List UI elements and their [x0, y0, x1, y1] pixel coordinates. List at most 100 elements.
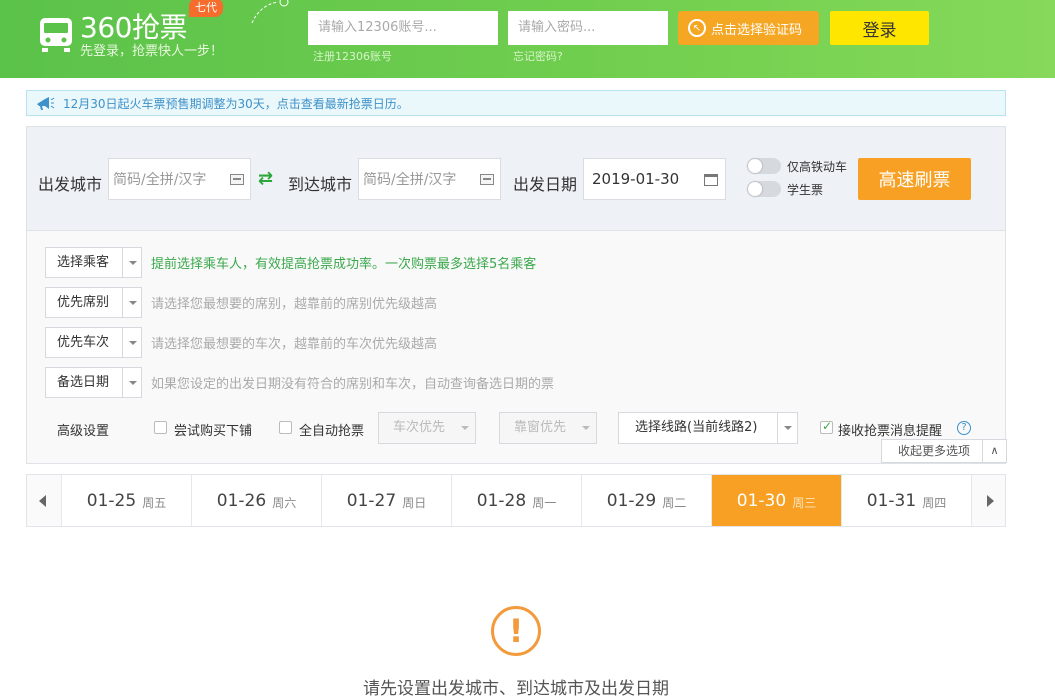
date-tab[interactable]: 01-27 周日 [321, 475, 451, 526]
date-strip: 01-25 周五 01-26 周六 01-27 周日 01-28 周一 01-2… [26, 474, 1006, 527]
to-city-input[interactable]: 简码/全拼/汉字 [358, 158, 501, 200]
lower-berth-checkbox[interactable] [154, 421, 167, 434]
fast-refresh-button[interactable]: 高速刷票 [858, 158, 971, 200]
date-tab-date: 01-25 [86, 490, 137, 511]
chevron-down-icon[interactable] [777, 413, 797, 443]
empty-state-message: 请先设置出发城市、到达城市及出发日期 [363, 679, 669, 699]
chevron-down-icon [582, 426, 590, 434]
notice-text: 12月30日起火车票预售期调整为30天，点击查看最新抢票日历。 [63, 96, 409, 111]
backup-date-dropdown[interactable]: 备选日期 [45, 367, 142, 398]
version-badge: 七代 [189, 0, 223, 17]
student-ticket-label: 学生票 [787, 183, 824, 197]
chevron-right-icon [987, 495, 994, 507]
train-logo-icon [40, 18, 72, 52]
date-tab[interactable]: 01-29 周二 [581, 475, 711, 526]
departure-date-value: 2019-01-30 [592, 170, 680, 188]
backup-date-hint: 如果您设定的出发日期没有符合的席别和车次，自动查询备选日期的票 [151, 377, 555, 392]
date-tab-weekday: 周一 [532, 496, 557, 510]
date-tab[interactable]: 01-28 周一 [451, 475, 581, 526]
chevron-down-icon[interactable] [122, 288, 141, 317]
captcha-button-label: 点击选择验证码 [711, 22, 803, 38]
train-priority-dropdown[interactable]: 优先车次 [45, 327, 142, 358]
brand-slogan: 先登录，抢票快人一步！ [80, 44, 224, 59]
route-select[interactable]: 选择线路(当前线路2) [618, 412, 798, 444]
route-select-label: 选择线路(当前线路2) [635, 420, 758, 435]
from-city-placeholder: 简码/全拼/汉字 [113, 172, 207, 188]
select-passenger-dropdown[interactable]: 选择乘客 [45, 247, 142, 278]
decorative-curve-icon [251, 0, 289, 24]
receive-alert-label: 接收抢票消息提醒 [838, 424, 943, 439]
select-passenger-label: 选择乘客 [57, 255, 110, 270]
login-button[interactable]: 登录 [830, 11, 929, 45]
chevron-down-icon[interactable] [122, 248, 141, 277]
chevron-left-icon [39, 495, 46, 507]
seat-priority-label: 优先席别 [57, 295, 110, 310]
chevron-down-icon [461, 426, 469, 434]
date-tab-date: 01-29 [606, 490, 657, 511]
date-tab-weekday: 周三 [792, 496, 817, 510]
seat-priority-hint: 请选择您最想要的席别，越靠前的席别优先级越高 [151, 297, 438, 312]
date-tab-date: 01-31 [866, 490, 917, 511]
keyboard-icon[interactable] [230, 174, 244, 185]
date-tab-date: 01-28 [476, 490, 527, 511]
date-tab-date: 01-27 [346, 490, 397, 511]
chevron-up-icon[interactable]: ∧ [982, 440, 1006, 462]
password-input[interactable] [508, 11, 668, 45]
calendar-icon[interactable] [704, 174, 718, 186]
train-priority-mode-select[interactable]: 车次优先 [378, 412, 476, 444]
alert-icon: ! [491, 606, 541, 656]
lower-berth-label: 尝试购买下铺 [174, 424, 253, 439]
next-dates-button[interactable] [971, 475, 1005, 526]
departure-date-input[interactable]: 2019-01-30 [583, 158, 726, 200]
date-tab-weekday: 周二 [662, 496, 687, 510]
date-tab-date: 01-26 [216, 490, 267, 511]
forgot-password-link[interactable]: 忘记密码? [513, 48, 563, 64]
prev-dates-button[interactable] [27, 475, 61, 526]
date-tab-date: 01-30 [736, 490, 787, 511]
megaphone-icon [37, 97, 55, 110]
departure-date-label: 出发日期 [513, 175, 578, 194]
account-input[interactable] [308, 11, 498, 45]
captcha-button[interactable]: ↖ 点击选择验证码 [678, 11, 819, 45]
date-tab-weekday: 周四 [922, 496, 947, 510]
date-tab-active[interactable]: 01-30 周三 [711, 475, 841, 526]
date-tab[interactable]: 01-31 周四 [841, 475, 971, 526]
register-link[interactable]: 注册12306账号 [313, 48, 392, 64]
auto-grab-checkbox[interactable] [279, 421, 292, 434]
to-city-label: 到达城市 [288, 175, 353, 194]
top-header: 360抢票 七代 先登录，抢票快人一步！ 注册12306账号 忘记密码? ↖ 点… [0, 0, 1055, 78]
train-priority-hint: 请选择您最想要的车次，越靠前的车次优先级越高 [151, 337, 438, 352]
from-city-label: 出发城市 [38, 175, 103, 194]
train-priority-mode-label: 车次优先 [393, 420, 446, 435]
highspeed-only-toggle[interactable] [747, 158, 781, 174]
date-tab[interactable]: 01-25 周五 [61, 475, 191, 526]
keyboard-icon[interactable] [480, 174, 494, 185]
options-panel: 选择乘客 提前选择乘车人，有效提高抢票成功率。一次购票最多选择5名乘客 优先席别… [26, 231, 1007, 464]
seat-priority-dropdown[interactable]: 优先席别 [45, 287, 142, 318]
to-city-placeholder: 简码/全拼/汉字 [363, 172, 457, 188]
highspeed-only-label: 仅高铁动车 [787, 160, 848, 174]
collapse-options-label: 收起更多选项 [898, 444, 971, 458]
chevron-down-icon[interactable] [122, 328, 141, 357]
date-tab[interactable]: 01-26 周六 [191, 475, 321, 526]
date-tab-weekday: 周五 [142, 496, 167, 510]
collapse-options-button[interactable]: 收起更多选项 ∧ [881, 439, 1007, 463]
receive-alert-checkbox[interactable] [820, 419, 833, 434]
train-priority-label: 优先车次 [57, 335, 110, 350]
from-city-input[interactable]: 简码/全拼/汉字 [108, 158, 251, 200]
notice-bar[interactable]: 12月30日起火车票预售期调整为30天，点击查看最新抢票日历。 [26, 90, 1006, 116]
help-icon[interactable]: ? [957, 421, 971, 435]
window-priority-select[interactable]: 靠窗优先 [499, 412, 597, 444]
auto-grab-label: 全自动抢票 [299, 424, 365, 439]
pointer-icon: ↖ [688, 19, 706, 37]
student-ticket-toggle[interactable] [747, 181, 781, 197]
date-tab-weekday: 周日 [402, 496, 427, 510]
window-priority-label: 靠窗优先 [514, 420, 567, 435]
chevron-down-icon[interactable] [122, 368, 141, 397]
search-panel: 出发城市 简码/全拼/汉字 ⇄ 到达城市 简码/全拼/汉字 出发日期 2019-… [26, 126, 1006, 231]
advanced-settings-label: 高级设置 [57, 424, 110, 439]
swap-cities-icon[interactable]: ⇄ [258, 169, 278, 189]
passenger-hint: 提前选择乘车人，有效提高抢票成功率。一次购票最多选择5名乘客 [151, 257, 537, 272]
backup-date-label: 备选日期 [57, 375, 110, 390]
date-tab-weekday: 周六 [272, 496, 297, 510]
